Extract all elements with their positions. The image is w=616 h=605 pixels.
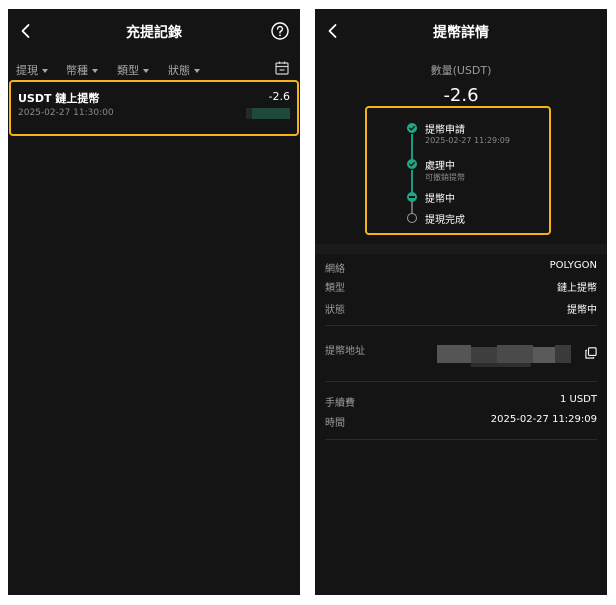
redacted-address	[437, 345, 577, 367]
step-title: 處理中	[425, 161, 455, 172]
step-pending-marker	[407, 213, 417, 223]
chevron-down-icon	[92, 69, 98, 73]
step-current-marker	[407, 192, 417, 202]
check-icon	[408, 161, 416, 167]
time-value: 2025-02-27 11:29:09	[490, 414, 597, 425]
timeline-line	[411, 170, 413, 194]
section-divider	[315, 244, 607, 254]
amount-label: 數量(USDT)	[430, 64, 492, 77]
detail-topbar: 提幣詳情	[315, 9, 607, 53]
records-topbar: 充提記錄	[8, 9, 300, 53]
network-value: POLYGON	[549, 260, 597, 271]
status-label: 狀態	[325, 305, 345, 316]
check-icon	[408, 125, 416, 131]
amount-value: -2.6	[443, 85, 479, 106]
detail-screen: 提幣詳情 數量(USDT) -2.6 提幣申請 2025-02-27 11:29…	[315, 9, 607, 595]
type-label: 類型	[325, 283, 345, 294]
filter-currency[interactable]: 幣種	[66, 62, 98, 78]
list-item[interactable]: USDT 鏈上提幣 2025-02-27 11:30:00 -2.6	[9, 80, 299, 136]
filter-bar: 提現 幣種 類型 狀態	[8, 53, 300, 83]
help-icon[interactable]	[270, 21, 290, 41]
network-label: 網絡	[325, 264, 345, 275]
record-name: USDT 鏈上提幣	[18, 92, 100, 105]
chevron-down-icon	[143, 69, 149, 73]
record-time: 2025-02-27 11:30:00	[18, 108, 114, 118]
page-title: 充提記錄	[126, 25, 182, 41]
copy-icon[interactable]	[585, 347, 597, 359]
step-title: 提幣中	[425, 194, 455, 205]
filter-withdraw[interactable]: 提現	[16, 62, 48, 78]
step-done-marker	[407, 159, 417, 169]
step-title: 提幣申請	[425, 125, 465, 136]
time-label: 時間	[325, 418, 345, 429]
divider	[325, 439, 597, 440]
type-value: 鏈上提幣	[557, 283, 597, 294]
record-amount: -2.6	[268, 90, 290, 103]
timeline-line	[411, 200, 413, 214]
filter-status[interactable]: 狀態	[168, 62, 200, 78]
filter-type[interactable]: 類型	[117, 62, 149, 78]
step-done-marker	[407, 123, 417, 133]
page-title: 提幣詳情	[433, 25, 489, 41]
calendar-icon[interactable]	[274, 60, 290, 76]
step-title: 提現完成	[425, 215, 465, 226]
status-value: 提幣中	[567, 305, 597, 316]
fee-label: 手續費	[325, 398, 355, 409]
divider	[325, 381, 597, 382]
chevron-down-icon	[194, 69, 200, 73]
redacted-status	[246, 108, 290, 119]
status-timeline: 提幣申請 2025-02-27 11:29:09 處理中 可撤銷提幣 提幣中 提…	[365, 106, 551, 235]
records-screen: 充提記錄 提現 幣種 類型 狀態 USDT 鏈上提幣 2025-02-27 11…	[8, 9, 300, 595]
chevron-down-icon	[42, 69, 48, 73]
step-subtitle: 可撤銷提幣	[425, 173, 465, 182]
fee-value: 1 USDT	[559, 394, 597, 405]
step-subtitle: 2025-02-27 11:29:09	[425, 136, 510, 145]
address-label: 提幣地址	[325, 346, 365, 357]
divider	[325, 325, 597, 326]
